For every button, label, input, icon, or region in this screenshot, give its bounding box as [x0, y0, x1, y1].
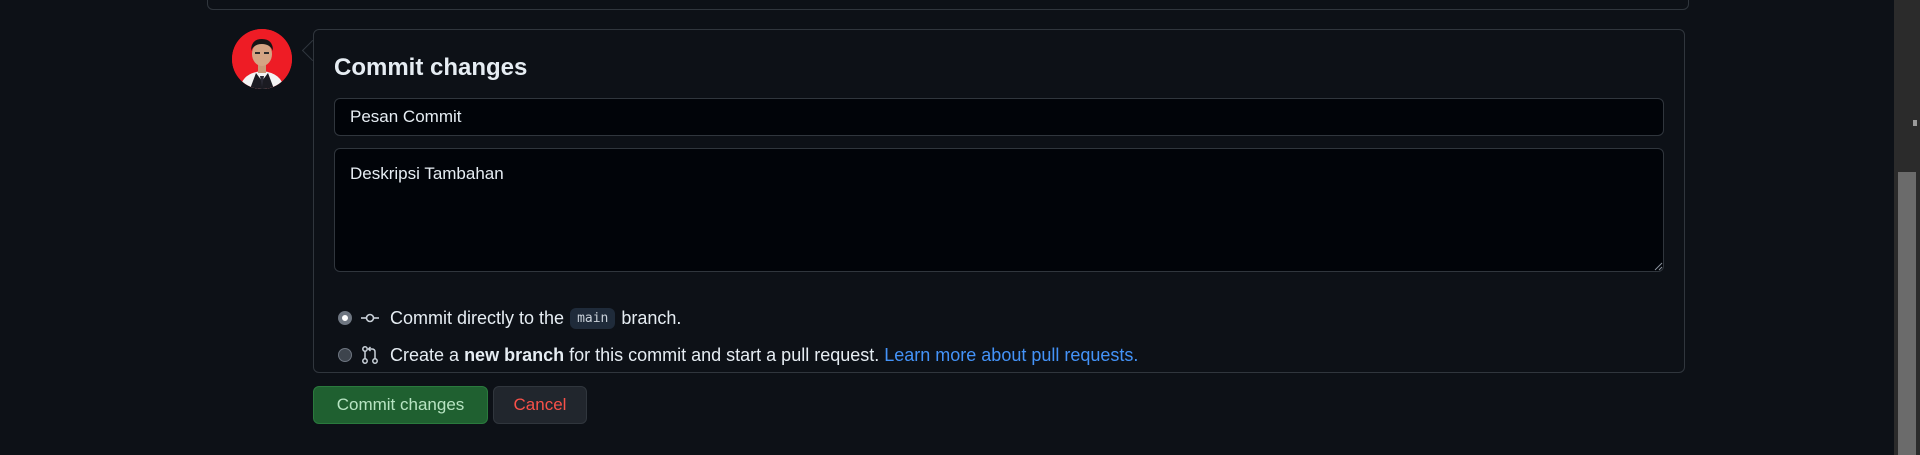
commit-message-input[interactable] [334, 98, 1664, 136]
option-new-branch-bold: new branch [464, 344, 565, 365]
commit-changes-button[interactable]: Commit changes [313, 386, 488, 424]
resize-handle-icon[interactable] [1653, 261, 1663, 271]
radio-new-branch[interactable] [338, 348, 352, 362]
radio-commit-direct[interactable] [338, 311, 352, 325]
scrollbar-thumb[interactable] [1898, 172, 1916, 455]
option-new-branch-suffix: for this commit and start a pull request… [569, 344, 880, 365]
option-direct-prefix: Commit directly to the [390, 307, 565, 328]
commit-panel: Commit changes Commit directly to the ma… [313, 29, 1685, 373]
git-commit-icon [361, 313, 379, 323]
cancel-button[interactable]: Cancel [493, 386, 587, 424]
user-avatar-image [232, 29, 292, 89]
option-commit-direct[interactable]: Commit directly to the main branch. [338, 306, 681, 330]
scrollbar-marker [1913, 120, 1917, 126]
panel-title: Commit changes [334, 54, 528, 81]
option-new-branch-prefix: Create a [390, 344, 460, 365]
option-new-branch[interactable]: Create a new branch for this commit and … [338, 343, 1138, 367]
option-direct-suffix: branch. [621, 307, 682, 328]
avatar[interactable] [232, 29, 292, 89]
learn-more-link[interactable]: Learn more about pull requests. [884, 345, 1138, 366]
branch-name-badge: main [570, 307, 616, 329]
commit-page: Commit changes Commit directly to the ma… [0, 0, 1920, 455]
git-pull-request-icon [362, 346, 378, 364]
file-editor-edge [207, 0, 1689, 10]
commit-description-textarea[interactable] [334, 148, 1664, 272]
